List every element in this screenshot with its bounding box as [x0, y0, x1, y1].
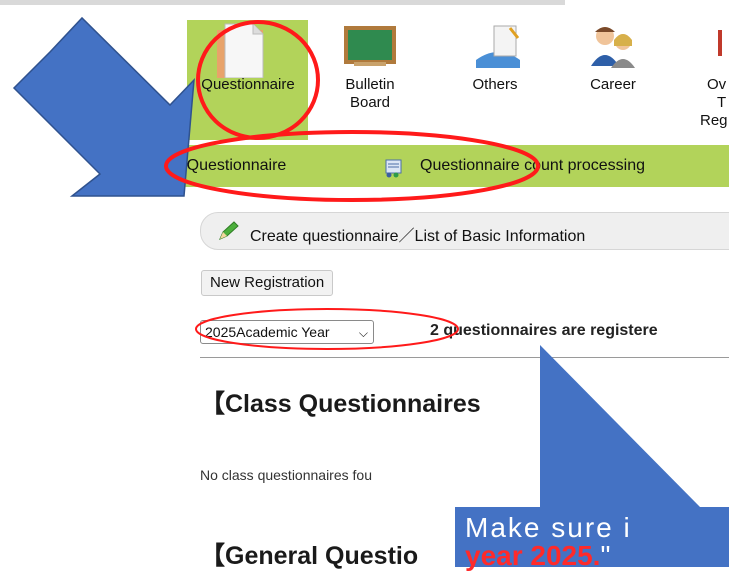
red-circle-submenu	[164, 130, 540, 202]
red-circle-year-select	[195, 308, 459, 350]
callout-quote-mark: "	[600, 540, 611, 571]
red-circle-questionnaire	[196, 20, 320, 140]
callout-text-line2: year 2025."	[465, 540, 610, 572]
annotation-overlay	[12, 16, 700, 507]
callout-pointer	[540, 345, 700, 507]
callout-highlight-text: year 2025.	[465, 540, 601, 571]
